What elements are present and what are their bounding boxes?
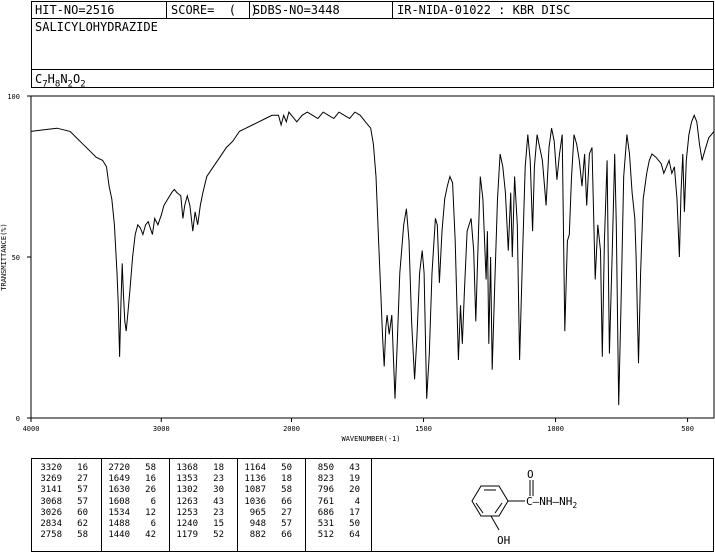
peak-wavenumber: 1649 bbox=[108, 474, 130, 485]
peak-transmittance: 42 bbox=[145, 530, 156, 541]
peak-wavenumber: 2720 bbox=[108, 463, 130, 473]
peak-wavenumber: 1179 bbox=[176, 530, 198, 541]
peak-wavenumber: 796 bbox=[317, 485, 334, 496]
x-tick-label-4000: 4000 bbox=[23, 425, 40, 433]
peak-wavenumber: 1087 bbox=[244, 485, 266, 496]
peak-transmittance: 4 bbox=[354, 496, 360, 507]
peak-wavenumber: 3141 bbox=[40, 485, 62, 496]
peak-transmittance: 23 bbox=[213, 474, 224, 485]
peak-transmittance: 66 bbox=[281, 530, 292, 541]
peak-wavenumber: 1630 bbox=[108, 485, 130, 496]
peak-transmittance: 62 bbox=[77, 519, 88, 529]
ir-spectrum-chart: 4000 3000 2000 1500 1000 500 0 50 100 WAVENUMBER(… bbox=[0, 93, 715, 443]
hydroxyl-label: OH bbox=[497, 534, 510, 547]
peak-wavenumber: 1440 bbox=[108, 530, 130, 541]
peak-transmittance: 50 bbox=[349, 519, 360, 529]
peak-wavenumber: 850 bbox=[317, 463, 334, 473]
peak-transmittance: 19 bbox=[349, 474, 360, 485]
peak-wavenumber: 3068 bbox=[40, 496, 62, 507]
hydrazide-label: C—NH—NH2 bbox=[526, 495, 577, 510]
peak-transmittance: 57 bbox=[281, 519, 292, 529]
y-axis-label: TRANSMITTANCE(%) bbox=[0, 223, 8, 290]
peak-wavenumber: 1240 bbox=[176, 519, 198, 529]
peak-wavenumber: 3269 bbox=[40, 474, 62, 485]
peak-transmittance: 66 bbox=[281, 496, 292, 507]
peak-transmittance: 58 bbox=[145, 463, 156, 473]
peak-wavenumber: 823 bbox=[317, 474, 334, 485]
peak-transmittance: 64 bbox=[349, 530, 360, 541]
peak-table-divider bbox=[237, 458, 238, 552]
peak-table-divider bbox=[169, 458, 170, 552]
peak-wavenumber: 1136 bbox=[244, 474, 266, 485]
peak-wavenumber: 1534 bbox=[108, 507, 130, 518]
peak-transmittance: 12 bbox=[145, 507, 156, 518]
peak-transmittance: 27 bbox=[281, 507, 292, 518]
peak-transmittance: 50 bbox=[281, 463, 292, 473]
peak-transmittance: 23 bbox=[213, 507, 224, 518]
peak-wavenumber: 948 bbox=[249, 519, 266, 529]
y-tick-label-0: 0 bbox=[16, 415, 20, 423]
peak-transmittance: 18 bbox=[213, 463, 224, 473]
peak-wavenumber: 2758 bbox=[40, 530, 62, 541]
x-tick-label-1000: 1000 bbox=[547, 425, 564, 433]
peak-table-divider bbox=[101, 458, 102, 552]
peak-transmittance: 52 bbox=[213, 530, 224, 541]
peak-transmittance: 57 bbox=[77, 496, 88, 507]
x-tick-label-3000: 3000 bbox=[153, 425, 170, 433]
peak-wavenumber: 1263 bbox=[176, 496, 198, 507]
x-tick-label-1500: 1500 bbox=[415, 425, 432, 433]
y-tick-label-50: 50 bbox=[12, 254, 20, 262]
y-tick-label-100: 100 bbox=[7, 93, 20, 101]
peak-wavenumber: 531 bbox=[317, 519, 334, 529]
peak-transmittance: 18 bbox=[281, 474, 292, 485]
peak-wavenumber: 1164 bbox=[244, 463, 266, 473]
peak-wavenumber: 1488 bbox=[108, 519, 130, 529]
carbonyl-oxygen-label: O bbox=[527, 468, 534, 481]
peak-transmittance: 16 bbox=[145, 474, 156, 485]
peak-wavenumber: 761 bbox=[317, 496, 334, 507]
peak-transmittance: 6 bbox=[150, 496, 156, 507]
peak-transmittance: 26 bbox=[145, 485, 156, 496]
peak-wavenumber: 1036 bbox=[244, 496, 266, 507]
peak-transmittance: 15 bbox=[213, 519, 224, 529]
peak-transmittance: 30 bbox=[213, 485, 224, 496]
benzene-ring bbox=[471, 485, 509, 517]
plot-frame bbox=[30, 95, 715, 419]
peak-wavenumber: 2834 bbox=[40, 519, 62, 529]
x-tick-label-500: 500 bbox=[681, 425, 694, 433]
peak-wavenumber: 965 bbox=[249, 507, 266, 518]
x-axis-label: WAVENUMBER(-1) bbox=[341, 435, 400, 443]
peak-transmittance: 57 bbox=[77, 485, 88, 496]
peak-wavenumber: 882 bbox=[249, 530, 266, 541]
peak-transmittance: 43 bbox=[213, 496, 224, 507]
peak-transmittance: 58 bbox=[281, 485, 292, 496]
peak-wavenumber: 1302 bbox=[176, 485, 198, 496]
peak-wavenumber: 686 bbox=[317, 507, 334, 518]
peak-wavenumber: 1608 bbox=[108, 496, 130, 507]
peak-transmittance: 27 bbox=[77, 474, 88, 485]
peak-transmittance: 43 bbox=[349, 463, 360, 473]
peak-wavenumber: 1368 bbox=[176, 463, 198, 473]
peak-wavenumber: 1253 bbox=[176, 507, 198, 518]
x-tick-label-2000: 2000 bbox=[283, 425, 300, 433]
peak-transmittance: 58 bbox=[77, 530, 88, 541]
peak-transmittance: 17 bbox=[349, 507, 360, 518]
peak-wavenumber: 1353 bbox=[176, 474, 198, 485]
peak-transmittance: 20 bbox=[349, 485, 360, 496]
peak-transmittance: 6 bbox=[150, 519, 156, 529]
peak-wavenumber: 512 bbox=[317, 530, 334, 541]
spectrum-line-0 bbox=[30, 111, 715, 406]
peak-transmittance: 60 bbox=[77, 507, 88, 518]
molecular-structure: O C—NH—NH2 OH bbox=[471, 468, 577, 547]
peak-wavenumber: 3026 bbox=[40, 507, 62, 518]
peak-table-divider bbox=[305, 458, 306, 552]
peak-wavenumber: 3320 bbox=[40, 463, 62, 473]
peak-transmittance: 16 bbox=[77, 463, 88, 473]
